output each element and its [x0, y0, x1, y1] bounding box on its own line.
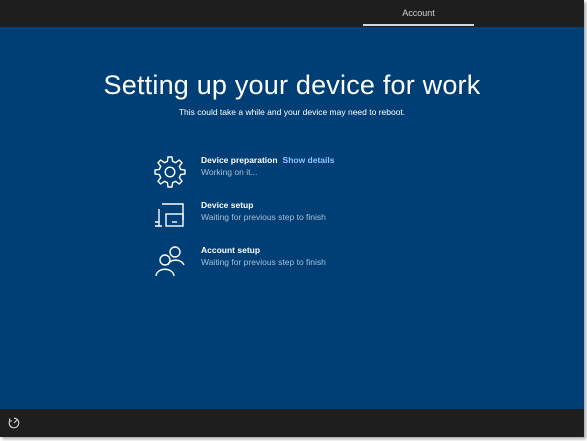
step-text: Account setup Waiting for previous step … — [201, 245, 326, 269]
tab-account-label: Account — [402, 8, 435, 18]
show-details-link[interactable]: Show details — [283, 155, 335, 165]
top-bar: Account — [0, 0, 584, 27]
step-status: Waiting for previous step to finish — [201, 257, 326, 267]
step-title: Device setup — [201, 200, 254, 210]
step-title: Account setup — [201, 245, 261, 255]
bottom-bar — [0, 409, 584, 437]
step-account-setup: Account setup Waiting for previous step … — [153, 244, 413, 278]
gear-icon — [154, 156, 186, 188]
tab-account[interactable]: Account — [363, 0, 474, 27]
main-panel: Setting up your device for work This cou… — [0, 27, 584, 409]
step-title: Device preparation — [201, 155, 278, 165]
step-device-setup: Device setup Waiting for previous step t… — [153, 199, 413, 233]
oobe-window: Account Setting up your device for work … — [0, 0, 584, 437]
page-subtitle: This could take a while and your device … — [178, 107, 406, 117]
device-icon — [155, 203, 184, 227]
page-title: Setting up your device for work — [103, 70, 481, 100]
tab-selected-indicator — [363, 24, 474, 26]
step-text: Device setup Waiting for previous step t… — [201, 200, 326, 224]
step-status: Waiting for previous step to finish — [201, 212, 326, 222]
step-status: Working on it... — [201, 167, 258, 177]
people-icon — [155, 246, 185, 277]
ease-of-access-icon[interactable] — [8, 417, 20, 429]
step-device-preparation: Device preparation Show details Working o… — [153, 154, 413, 188]
step-text: Device preparation Show details Working o… — [201, 155, 335, 179]
